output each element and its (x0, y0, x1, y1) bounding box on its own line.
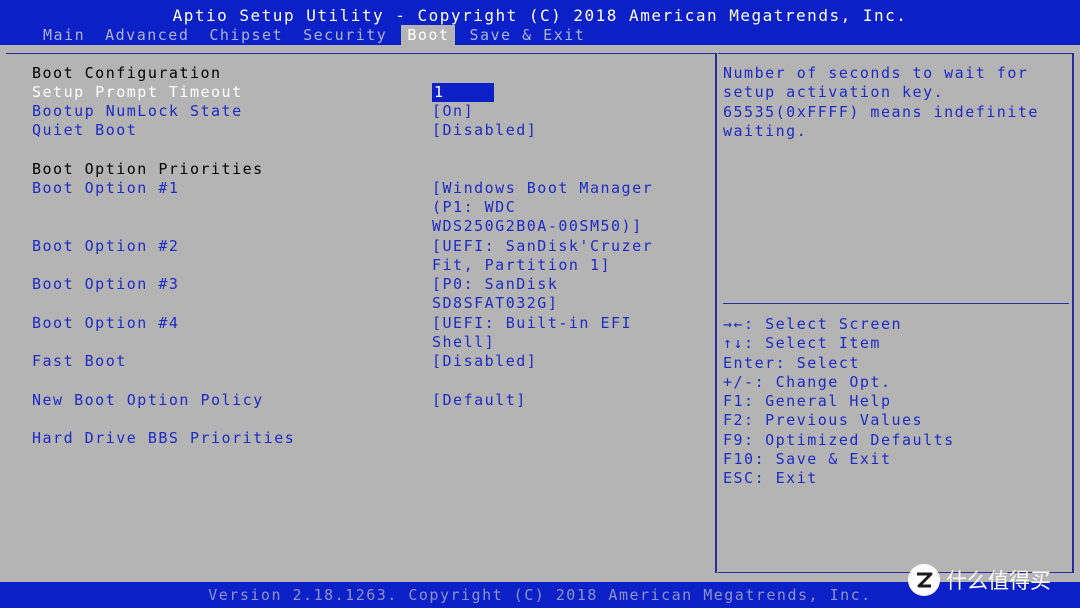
tab-save-exit[interactable]: Save & Exit (463, 25, 591, 45)
fast-boot-value[interactable]: [Disabled] (432, 352, 537, 371)
bootup-numlock-label[interactable]: Bootup NumLock State (32, 102, 243, 121)
tab-chipset[interactable]: Chipset (203, 25, 289, 45)
new-boot-option-policy-value[interactable]: [Default] (432, 391, 527, 410)
key-legend: →←: Select Screen ↑↓: Select Item Enter:… (723, 315, 955, 487)
tab-bar: Main Advanced Chipset Security Boot Save… (37, 25, 599, 45)
boot-option-3-value[interactable]: [P0: SanDisk SD8SFAT032G] (432, 275, 558, 313)
watermark-text: 什么值得买 (946, 569, 1051, 593)
window-title: Aptio Setup Utility - Copyright (C) 2018… (172, 6, 908, 25)
help-divider (723, 303, 1069, 304)
setup-prompt-timeout-label[interactable]: Setup Prompt Timeout (32, 83, 243, 102)
boot-option-4-value[interactable]: [UEFI: Built-in EFI Shell] (432, 314, 632, 352)
bootup-numlock-value[interactable]: [On] (432, 102, 474, 121)
quiet-boot-label[interactable]: Quiet Boot (32, 121, 137, 140)
item-help-text: Number of seconds to wait for setup acti… (723, 64, 1039, 140)
settings-pane: Boot Configuration Setup Prompt Timeout … (6, 53, 717, 573)
boot-option-1-value[interactable]: [Windows Boot Manager (P1: WDC WDS250G2B… (432, 179, 653, 237)
zhi-logo-icon-shape (917, 572, 933, 588)
hard-drive-bbs-priorities-item[interactable]: Hard Drive BBS Priorities (32, 429, 295, 448)
watermark: 什么值得买 (908, 563, 1051, 597)
tab-advanced[interactable]: Advanced (99, 25, 195, 45)
boot-option-2-value[interactable]: [UEFI: SanDisk'Cruzer Fit, Partition 1] (432, 237, 653, 275)
boot-option-3-label[interactable]: Boot Option #3 (32, 275, 179, 294)
title-bar: Aptio Setup Utility - Copyright (C) 2018… (0, 0, 1080, 45)
boot-option-2-label[interactable]: Boot Option #2 (32, 237, 179, 256)
tab-main[interactable]: Main (37, 25, 91, 45)
setup-prompt-timeout-input[interactable]: 1 (432, 83, 494, 102)
tab-boot[interactable]: Boot (401, 25, 456, 45)
help-pane: Number of seconds to wait for setup acti… (718, 53, 1074, 573)
boot-option-4-label[interactable]: Boot Option #4 (32, 314, 179, 333)
new-boot-option-policy-label[interactable]: New Boot Option Policy (32, 391, 264, 410)
boot-option-priorities-header: Boot Option Priorities (32, 160, 264, 178)
boot-option-1-label[interactable]: Boot Option #1 (32, 179, 179, 198)
bios-screen: Aptio Setup Utility - Copyright (C) 2018… (0, 0, 1080, 608)
zhi-logo-icon (908, 564, 940, 596)
boot-configuration-header: Boot Configuration (32, 64, 222, 82)
fast-boot-label[interactable]: Fast Boot (32, 352, 127, 371)
quiet-boot-value[interactable]: [Disabled] (432, 121, 537, 140)
tab-security[interactable]: Security (297, 25, 393, 45)
